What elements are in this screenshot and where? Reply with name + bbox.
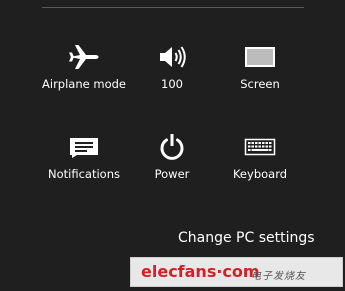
keyboard-label: Keyboard <box>232 167 288 181</box>
change-pc-settings-link[interactable]: Change PC settings <box>178 230 315 247</box>
volume-level-label: 100 <box>161 77 183 91</box>
airplane-icon <box>34 40 134 74</box>
power-tile[interactable]: Power <box>122 130 222 190</box>
keyboard-icon <box>210 130 310 164</box>
volume-icon <box>122 40 222 74</box>
watermark-logo: elecfans·com 电子发烧友 <box>130 257 343 287</box>
screen-icon <box>210 40 310 74</box>
airplane-mode-tile[interactable]: Airplane mode <box>34 40 134 100</box>
top-divider <box>42 7 304 8</box>
screen-label: Screen <box>240 77 280 91</box>
watermark-tagline: 电子发烧友 <box>251 271 306 282</box>
screen-tile[interactable]: Screen <box>210 40 310 100</box>
power-icon <box>122 130 222 164</box>
keyboard-tile[interactable]: Keyboard <box>210 130 310 190</box>
notifications-icon <box>34 130 134 164</box>
power-label: Power <box>154 167 190 181</box>
notifications-label: Notifications <box>48 167 120 181</box>
watermark-brand: elecfans·com <box>141 262 260 281</box>
volume-tile[interactable]: 100 <box>122 40 222 100</box>
notifications-tile[interactable]: Notifications <box>34 130 134 190</box>
airplane-mode-label: Airplane mode <box>42 77 126 91</box>
